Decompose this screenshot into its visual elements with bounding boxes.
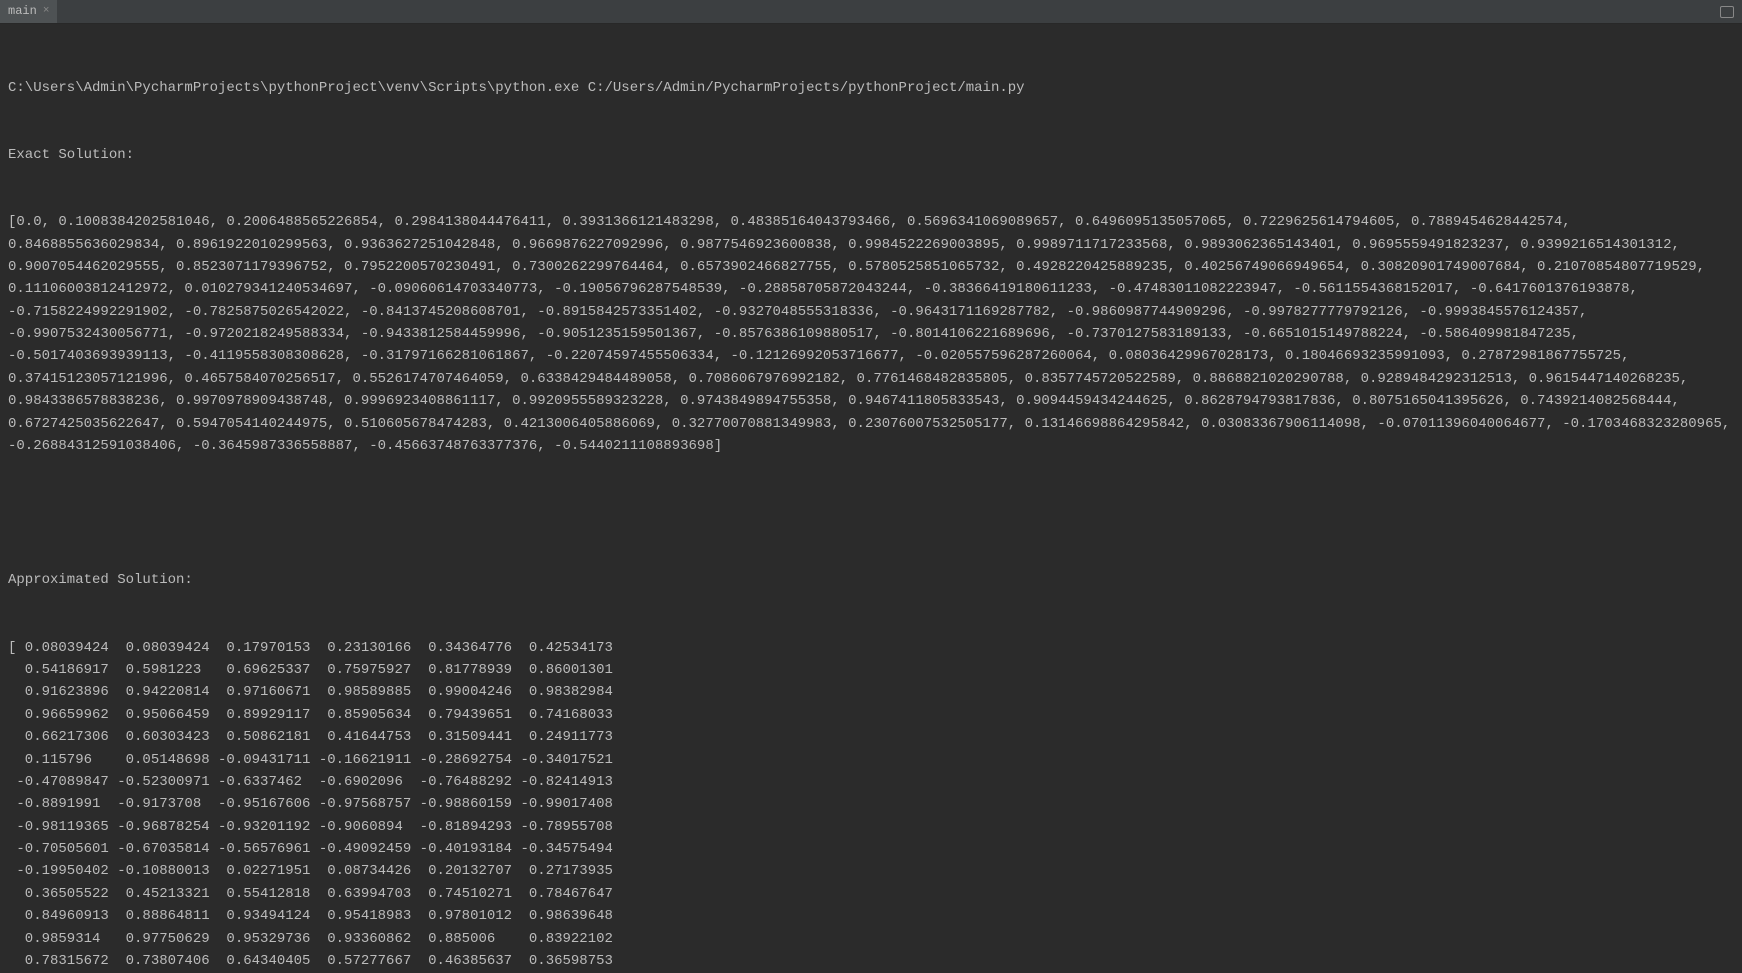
tab-label: main — [8, 2, 37, 21]
command-line: C:\Users\Admin\PycharmProjects\pythonPro… — [8, 77, 1734, 99]
tab-main[interactable]: main × — [0, 0, 57, 23]
exact-solution-header: Exact Solution: — [8, 144, 1734, 166]
approx-solution-values: [ 0.08039424 0.08039424 0.17970153 0.231… — [8, 637, 1734, 973]
console-output[interactable]: C:\Users\Admin\PycharmProjects\pythonPro… — [0, 24, 1742, 973]
screen-icon[interactable] — [1720, 6, 1734, 18]
blank-line — [8, 502, 1734, 524]
tab-bar-right — [1720, 6, 1742, 18]
close-icon[interactable]: × — [43, 3, 50, 21]
exact-solution-values: [0.0, 0.1008384202581046, 0.200648856522… — [8, 211, 1734, 457]
approx-solution-header: Approximated Solution: — [8, 569, 1734, 591]
tab-bar: main × — [0, 0, 1742, 24]
